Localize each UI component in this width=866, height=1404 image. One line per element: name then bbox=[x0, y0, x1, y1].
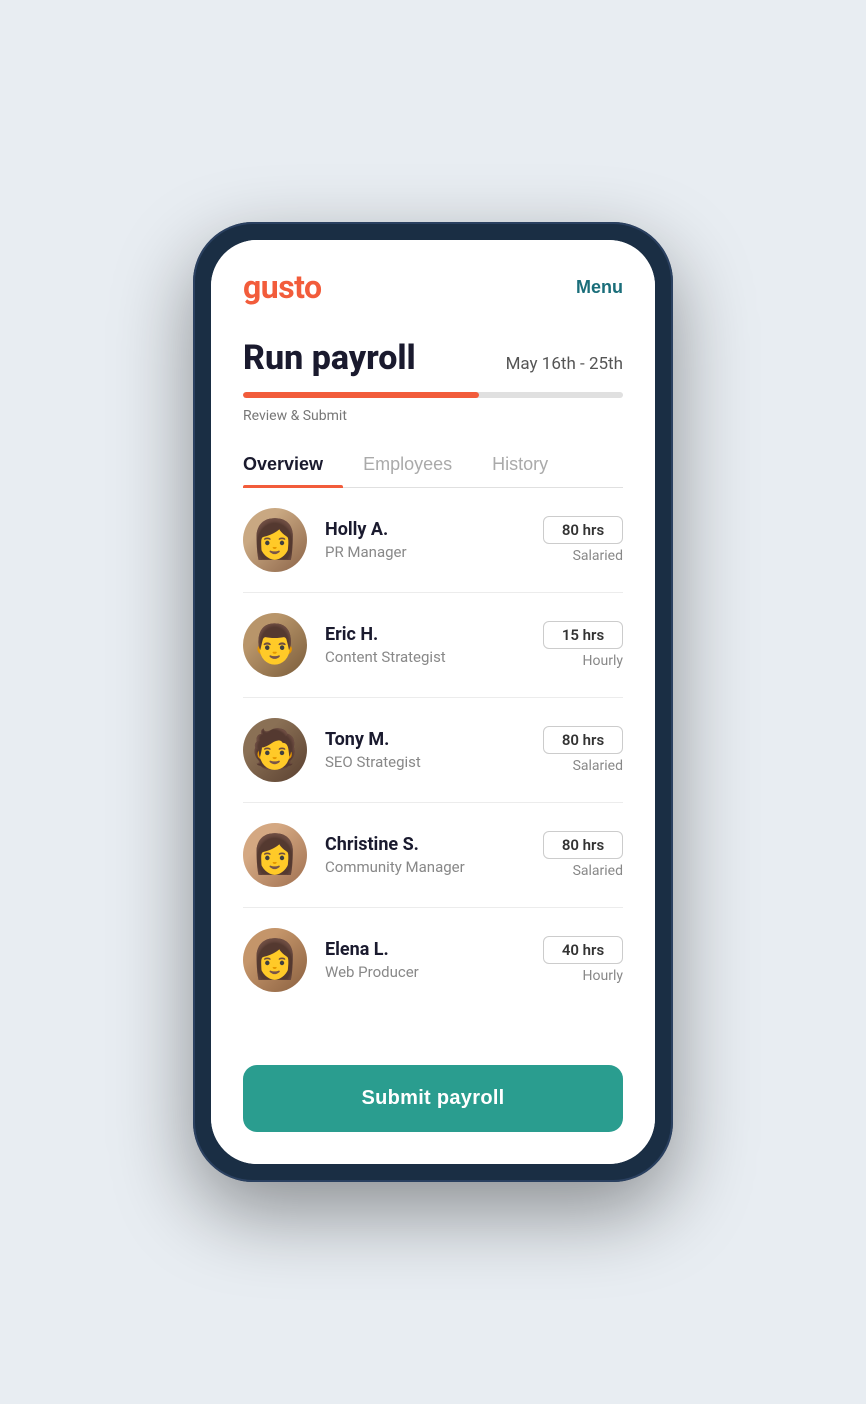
page-content: Run payroll May 16th - 25th Review & Sub… bbox=[211, 322, 655, 1045]
avatar bbox=[243, 718, 307, 782]
tab-employees[interactable]: Employees bbox=[363, 442, 472, 487]
avatar bbox=[243, 823, 307, 887]
employee-role: Content Strategist bbox=[325, 648, 543, 666]
tabs-container: Overview Employees History bbox=[243, 442, 623, 488]
employee-name: Elena L. bbox=[325, 939, 543, 960]
pay-type: Salaried bbox=[573, 548, 623, 564]
employee-info: Elena L. Web Producer bbox=[325, 939, 543, 981]
employee-list: Holly A. PR Manager 80 hrs Salaried Eric… bbox=[243, 488, 623, 1012]
title-row: Run payroll May 16th - 25th bbox=[243, 338, 623, 378]
employee-name: Eric H. bbox=[325, 624, 543, 645]
employee-row[interactable]: Christine S. Community Manager 80 hrs Sa… bbox=[243, 803, 623, 908]
employee-info: Holly A. PR Manager bbox=[325, 519, 543, 561]
menu-button[interactable]: Menu bbox=[576, 277, 623, 298]
hours-badge: 40 hrs bbox=[543, 936, 623, 964]
tab-history[interactable]: History bbox=[492, 442, 568, 487]
page-title: Run payroll bbox=[243, 338, 416, 378]
progress-bar bbox=[243, 392, 623, 398]
submit-section: Submit payroll bbox=[211, 1045, 655, 1164]
employee-name: Holly A. bbox=[325, 519, 543, 540]
hours-badge: 80 hrs bbox=[543, 516, 623, 544]
employee-hours-block: 80 hrs Salaried bbox=[543, 831, 623, 879]
pay-type: Salaried bbox=[573, 863, 623, 879]
phone-frame: gusto Menu Run payroll May 16th - 25th R… bbox=[193, 222, 673, 1182]
progress-bar-fill bbox=[243, 392, 479, 398]
pay-type: Hourly bbox=[583, 653, 623, 669]
employee-row[interactable]: Elena L. Web Producer 40 hrs Hourly bbox=[243, 908, 623, 1012]
progress-label: Review & Submit bbox=[243, 408, 623, 424]
employee-hours-block: 80 hrs Salaried bbox=[543, 726, 623, 774]
app-logo: gusto bbox=[243, 268, 322, 306]
employee-role: SEO Strategist bbox=[325, 753, 543, 771]
employee-role: Web Producer bbox=[325, 963, 543, 981]
employee-role: PR Manager bbox=[325, 543, 543, 561]
employee-name: Tony M. bbox=[325, 729, 543, 750]
employee-row[interactable]: Eric H. Content Strategist 15 hrs Hourly bbox=[243, 593, 623, 698]
pay-type: Hourly bbox=[583, 968, 623, 984]
employee-role: Community Manager bbox=[325, 858, 543, 876]
employee-name: Christine S. bbox=[325, 834, 543, 855]
employee-hours-block: 15 hrs Hourly bbox=[543, 621, 623, 669]
employee-row[interactable]: Tony M. SEO Strategist 80 hrs Salaried bbox=[243, 698, 623, 803]
submit-payroll-button[interactable]: Submit payroll bbox=[243, 1065, 623, 1132]
avatar bbox=[243, 508, 307, 572]
app-header: gusto Menu bbox=[211, 240, 655, 322]
employee-hours-block: 80 hrs Salaried bbox=[543, 516, 623, 564]
hours-badge: 15 hrs bbox=[543, 621, 623, 649]
employee-hours-block: 40 hrs Hourly bbox=[543, 936, 623, 984]
pay-type: Salaried bbox=[573, 758, 623, 774]
employee-info: Christine S. Community Manager bbox=[325, 834, 543, 876]
employee-info: Eric H. Content Strategist bbox=[325, 624, 543, 666]
employee-info: Tony M. SEO Strategist bbox=[325, 729, 543, 771]
phone-screen: gusto Menu Run payroll May 16th - 25th R… bbox=[211, 240, 655, 1164]
hours-badge: 80 hrs bbox=[543, 831, 623, 859]
tab-overview[interactable]: Overview bbox=[243, 442, 343, 487]
employee-row[interactable]: Holly A. PR Manager 80 hrs Salaried bbox=[243, 488, 623, 593]
avatar bbox=[243, 928, 307, 992]
avatar bbox=[243, 613, 307, 677]
hours-badge: 80 hrs bbox=[543, 726, 623, 754]
date-range: May 16th - 25th bbox=[506, 354, 623, 374]
